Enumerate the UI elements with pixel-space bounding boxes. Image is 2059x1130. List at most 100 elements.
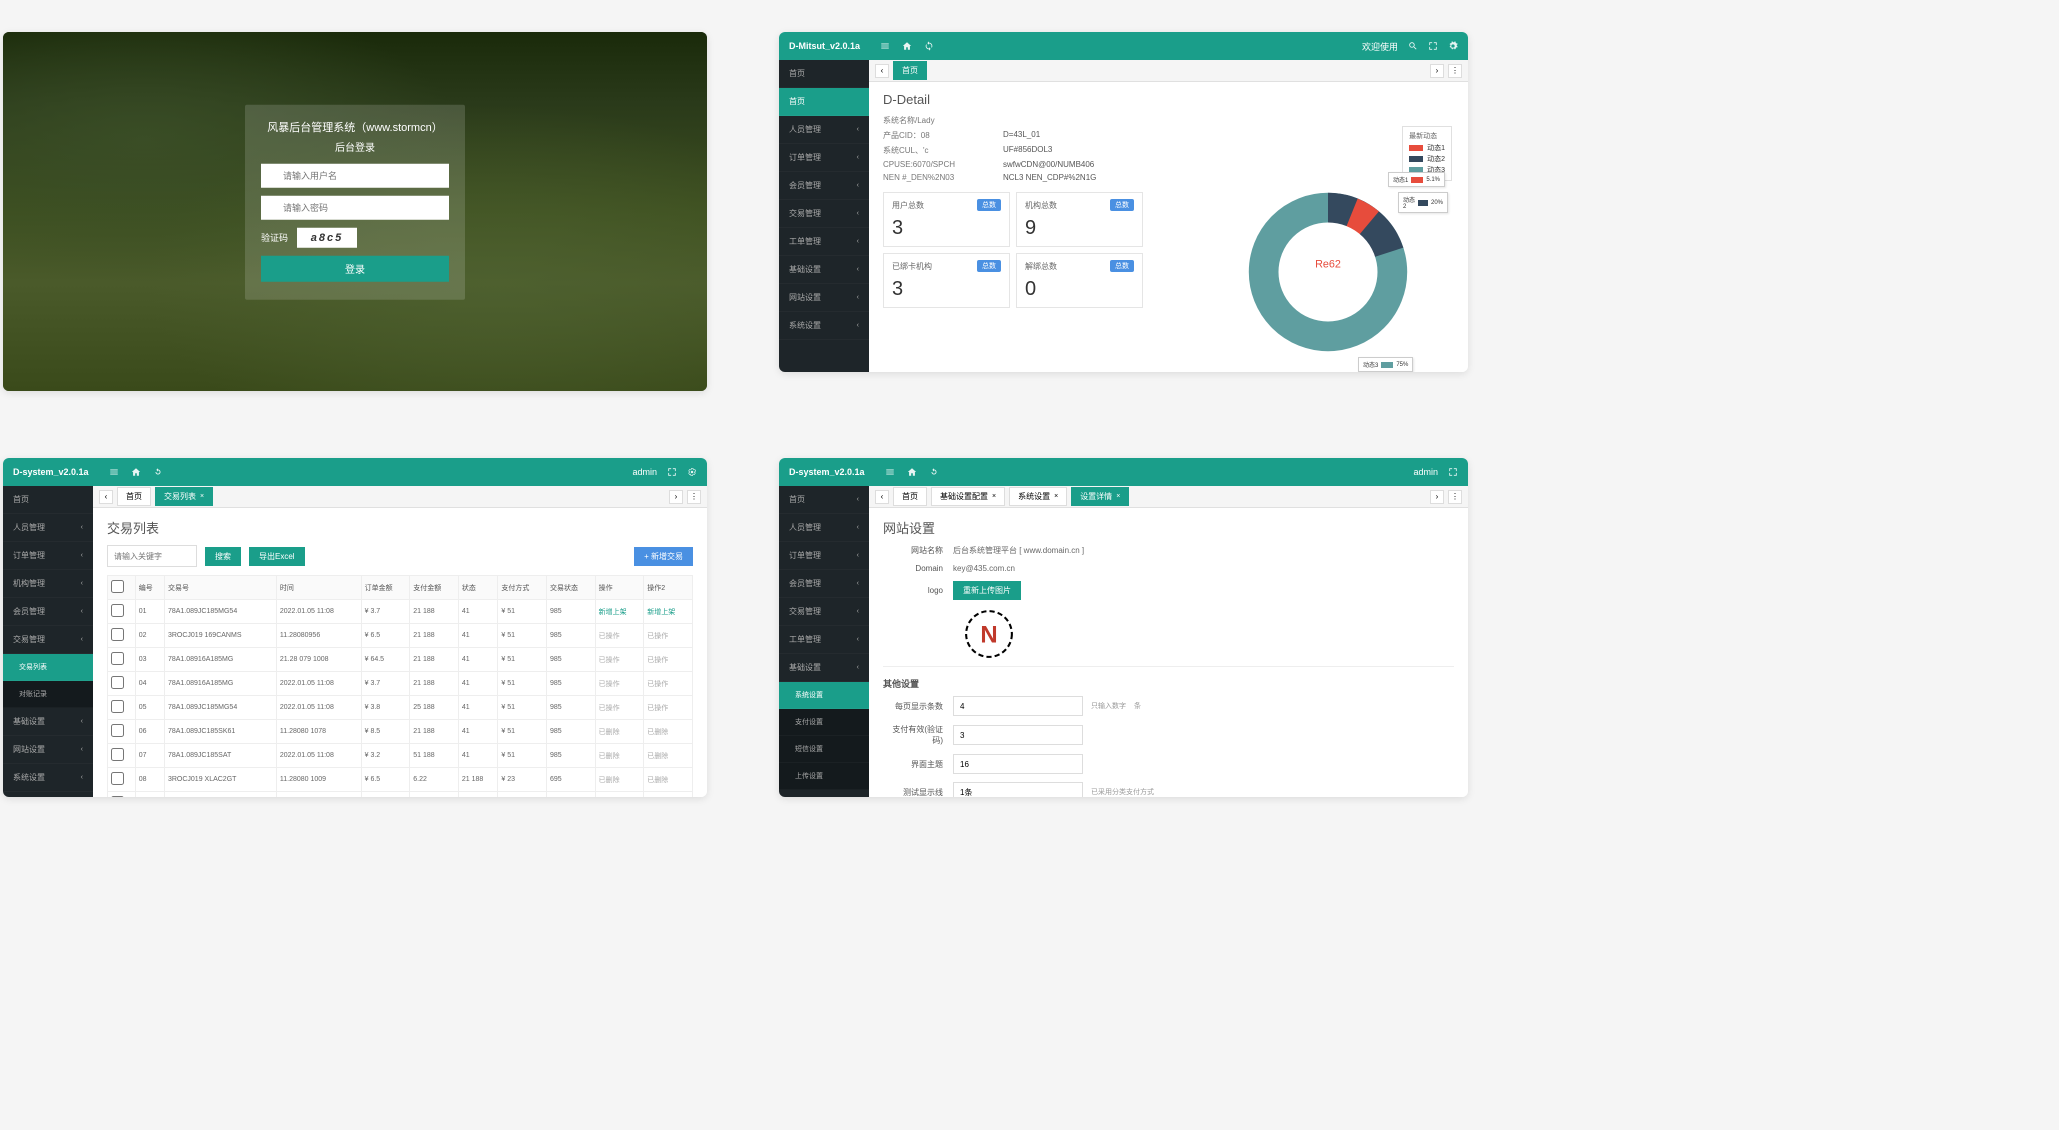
row-action[interactable]: 已操作 [647,633,668,640]
row-checkbox[interactable] [111,724,124,737]
sidebar-item[interactable]: 工单管理‹ [779,626,869,654]
sidebar-item[interactable]: 首页 [779,88,869,116]
sidebar-item[interactable]: 会员管理‹ [779,570,869,598]
tab-next-button[interactable]: › [1430,64,1444,78]
menu-icon[interactable] [885,467,895,477]
sidebar-item[interactable]: 基础设置‹ [779,256,869,284]
sidebar-item[interactable]: 人员管理‹ [779,116,869,144]
form-input[interactable] [953,725,1083,745]
sidebar-item[interactable]: 交易管理‹ [3,626,93,654]
tab-prev-button[interactable]: ‹ [875,64,889,78]
row-action[interactable]: 已删除 [647,777,668,784]
menu-icon[interactable] [109,467,119,477]
row-checkbox[interactable] [111,604,124,617]
row-action[interactable]: 新增上架 [599,609,627,616]
row-action[interactable]: 已操作 [647,681,668,688]
sidebar-item[interactable]: 人员管理‹ [3,514,93,542]
tab-home[interactable]: 首页 [893,487,927,506]
row-checkbox[interactable] [111,700,124,713]
row-action[interactable]: 已删除 [647,753,668,760]
sidebar-item[interactable]: 首页 [779,60,869,88]
tab-menu-button[interactable]: ⋮ [687,490,701,504]
tab-home[interactable]: 首页 [893,61,927,80]
row-action[interactable]: 已操作 [599,633,620,640]
sidebar-item[interactable]: 基础设置‹ [779,654,869,682]
sidebar-item[interactable]: 交易管理‹ [779,598,869,626]
tab-menu-button[interactable]: ⋮ [1448,64,1462,78]
menu-icon[interactable] [880,41,890,51]
search-icon[interactable] [1408,41,1418,51]
tab-transactions[interactable]: 交易列表× [155,487,213,506]
sidebar-item[interactable]: 会员管理‹ [3,598,93,626]
sidebar-item[interactable]: 订单管理‹ [779,542,869,570]
form-input[interactable] [953,782,1083,797]
select-all-checkbox[interactable] [111,580,124,593]
sidebar-item[interactable]: 工单管理‹ [779,228,869,256]
row-action[interactable]: 新增上架 [647,609,675,616]
row-action[interactable]: 已操作 [599,705,620,712]
form-input[interactable] [953,754,1083,774]
form-input[interactable] [953,696,1083,716]
login-button[interactable]: 登录 [261,255,449,281]
sidebar-item[interactable]: 首页‹ [779,486,869,514]
sidebar-item[interactable]: 交易列表 [3,654,93,681]
fullscreen-icon[interactable] [1428,41,1438,51]
sidebar-item[interactable]: 订单管理‹ [779,144,869,172]
row-action[interactable]: 已删除 [599,753,620,760]
tab-prev-button[interactable]: ‹ [99,490,113,504]
row-checkbox[interactable] [111,652,124,665]
username-input[interactable] [261,163,449,187]
close-icon[interactable]: × [1116,493,1120,500]
sidebar-item[interactable]: 首页 [3,486,93,514]
tab-next-button[interactable]: › [1430,490,1444,504]
captcha-image[interactable]: a8c5 [297,227,357,247]
row-checkbox[interactable] [111,748,124,761]
home-icon[interactable] [131,467,141,477]
row-action[interactable]: 已删除 [647,729,668,736]
gear-icon[interactable] [687,467,697,477]
close-icon[interactable]: × [992,493,996,500]
row-action[interactable]: 已操作 [647,657,668,664]
tab-3[interactable]: 系统设置× [1009,487,1067,506]
row-action[interactable]: 已操作 [647,705,668,712]
sidebar-item[interactable]: 系统设置 [779,682,869,709]
tab-4[interactable]: 设置详情× [1071,487,1129,506]
refresh-icon[interactable] [929,467,939,477]
tab-prev-button[interactable]: ‹ [875,490,889,504]
sidebar-item[interactable]: 对账记录 [3,681,93,708]
row-action[interactable]: 已操作 [599,681,620,688]
refresh-icon[interactable] [153,467,163,477]
sidebar-item[interactable]: 机构管理‹ [3,570,93,598]
sidebar-item[interactable]: 交易管理‹ [779,200,869,228]
tab-next-button[interactable]: › [669,490,683,504]
sidebar-item[interactable]: 系统设置‹ [3,764,93,792]
tab-2[interactable]: 基础设置配置× [931,487,1005,506]
search-button[interactable]: 搜索 [205,547,241,566]
fullscreen-icon[interactable] [1448,467,1458,477]
row-checkbox[interactable] [111,628,124,641]
gear-icon[interactable] [1448,41,1458,51]
row-checkbox[interactable] [111,772,124,785]
row-action[interactable]: 已删除 [599,729,620,736]
add-button[interactable]: + 新增交易 [634,547,693,566]
close-icon[interactable]: × [200,493,204,500]
export-button[interactable]: 导出Excel [249,547,305,566]
sidebar-item[interactable]: 支付设置 [779,709,869,736]
sidebar-item[interactable]: 订单管理‹ [3,542,93,570]
row-checkbox[interactable] [111,796,124,797]
password-input[interactable] [261,195,449,219]
sidebar-item[interactable]: 短信设置 [779,736,869,763]
upload-button[interactable]: 重新上传图片 [953,581,1021,600]
tab-home[interactable]: 首页 [117,487,151,506]
sidebar-item[interactable]: 会员管理‹ [779,172,869,200]
row-action[interactable]: 已操作 [599,657,620,664]
sidebar-item[interactable]: 上传设置 [779,763,869,790]
search-input[interactable] [107,545,197,567]
sidebar-item[interactable]: 人员管理‹ [779,514,869,542]
close-icon[interactable]: × [1054,493,1058,500]
sidebar-item[interactable]: 网站设置‹ [3,736,93,764]
tab-menu-button[interactable]: ⋮ [1448,490,1462,504]
sidebar-item[interactable]: 网站设置‹ [779,790,869,797]
row-action[interactable]: 已删除 [599,777,620,784]
fullscreen-icon[interactable] [667,467,677,477]
